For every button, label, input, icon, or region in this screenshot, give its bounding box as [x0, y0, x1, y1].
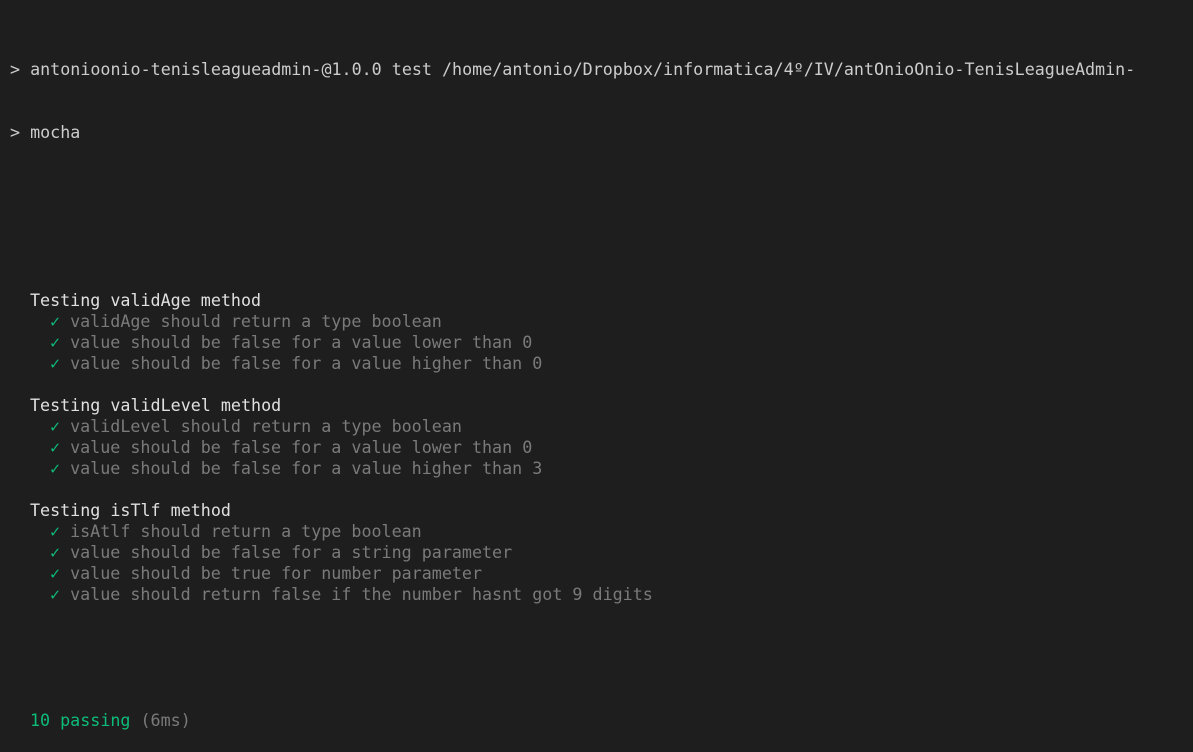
test-label: validLevel should return a type boolean [70, 416, 462, 436]
test-result: ✓ value should be true for number parame… [10, 563, 1193, 584]
check-icon: ✓ [50, 416, 61, 436]
test-result: ✓ value should return false if the numbe… [10, 584, 1193, 605]
test-label: value should return false if the number … [70, 584, 653, 604]
test-result: ✓ value should be false for a value lowe… [10, 437, 1193, 458]
check-icon: ✓ [50, 563, 61, 583]
suite-title: Testing validAge method [30, 290, 262, 310]
check-icon: ✓ [50, 521, 61, 541]
test-result: ✓ validLevel should return a type boolea… [10, 416, 1193, 437]
test-result: ✓ value should be false for a value high… [10, 353, 1193, 374]
test-label: isAtlf should return a type boolean [70, 521, 422, 541]
command-line: > mocha [10, 122, 81, 142]
suite-title: Testing validLevel method [30, 395, 282, 415]
suite-title: Testing isTlf method [30, 500, 231, 520]
check-icon: ✓ [50, 332, 61, 352]
test-label: value should be true for number paramete… [70, 563, 483, 583]
test-label: validAge should return a type boolean [70, 311, 442, 331]
test-result: ✓ validAge should return a type boolean [10, 311, 1193, 332]
test-result: ✓ value should be false for a value lowe… [10, 332, 1193, 353]
summary-line: 10 passing (6ms) [10, 710, 1193, 731]
test-label: value should be false for a string param… [70, 542, 513, 562]
check-icon: ✓ [50, 437, 61, 457]
test-result: ✓ value should be false for a string par… [10, 542, 1193, 563]
test-result: ✓ isAtlf should return a type boolean [10, 521, 1193, 542]
check-icon: ✓ [50, 353, 61, 373]
test-label: value should be false for a value lower … [70, 437, 533, 457]
duration: (6ms) [140, 710, 191, 730]
check-icon: ✓ [50, 311, 61, 331]
test-result: ✓ value should be false for a value high… [10, 458, 1193, 479]
check-icon: ✓ [50, 584, 61, 604]
check-icon: ✓ [50, 458, 61, 478]
command-line: > antonioonio-tenisleagueadmin-@1.0.0 te… [10, 59, 1136, 79]
terminal-output: > antonioonio-tenisleagueadmin-@1.0.0 te… [0, 0, 1193, 752]
test-label: value should be false for a value higher… [70, 353, 543, 373]
test-label: value should be false for a value lower … [70, 332, 533, 352]
test-label: value should be false for a value higher… [70, 458, 543, 478]
passing-count: 10 passing [30, 710, 131, 730]
check-icon: ✓ [50, 542, 61, 562]
